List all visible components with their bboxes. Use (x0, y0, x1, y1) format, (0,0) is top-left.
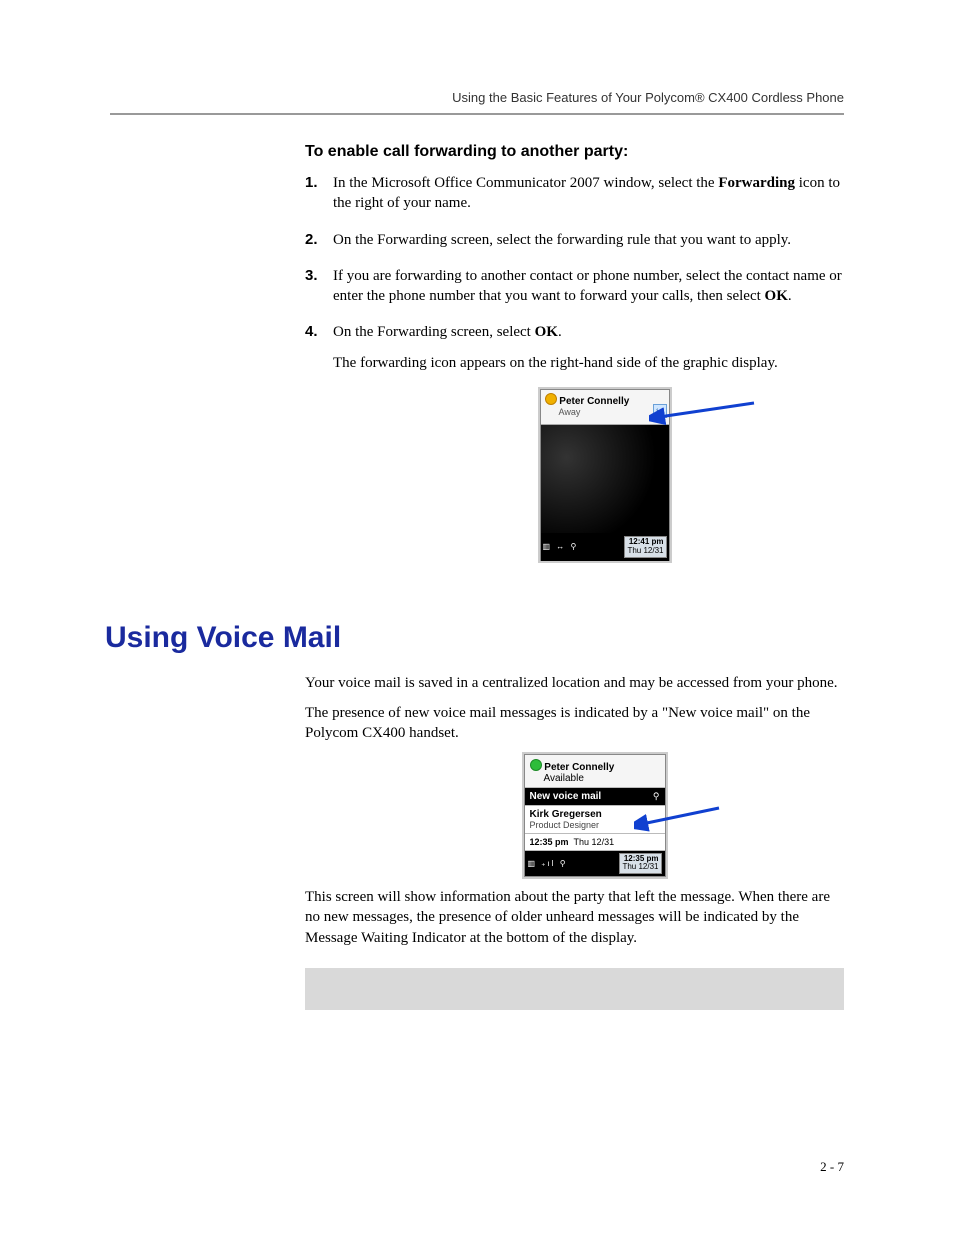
step-number: 3. (305, 266, 318, 286)
step-text: . (788, 288, 792, 304)
page-number: 2 - 7 (820, 1159, 844, 1175)
contact-name: Peter Connelly (544, 762, 614, 773)
callout-arrow-icon (634, 802, 724, 832)
new-voicemail-label: New voice mail (530, 791, 602, 802)
step-2: 2. On the Forwarding screen, select the … (305, 230, 844, 250)
presence-status: Away (559, 407, 581, 417)
step-number: 4. (305, 322, 318, 342)
step-3: 3. If you are forwarding to another cont… (305, 266, 844, 307)
step-bold: OK (535, 324, 558, 340)
voicemail-icon: ⚲ (653, 791, 660, 802)
callout-arrow-icon (649, 397, 759, 427)
step-bold: Forwarding (718, 175, 795, 191)
step-result: The forwarding icon appears on the right… (333, 353, 844, 373)
placeholder-block (305, 968, 844, 1010)
step-text: In the Microsoft Office Communicator 200… (333, 175, 718, 191)
phone-footer: ▥ ₊ıl ⚲ 12:35 pm Thu 12/31 (525, 851, 665, 877)
phone-header: Peter Connelly Available (525, 755, 665, 788)
phone-wallpaper (541, 425, 669, 533)
step-text: . (558, 324, 562, 340)
footer-time: 12:41 pm Thu 12/31 (624, 536, 666, 558)
procedure-title: To enable call forwarding to another par… (305, 143, 844, 161)
paragraph: The presence of new voice mail messages … (305, 703, 844, 744)
figure-2: Peter Connelly Available New voice mail … (305, 754, 844, 878)
step-text: On the Forwarding screen, select the for… (333, 232, 791, 248)
footer-time: 12:35 pm Thu 12/31 (619, 853, 661, 875)
time-label: 12:35 pm (624, 854, 659, 863)
time-label: 12:35 pm (530, 837, 569, 847)
section-heading: Using Voice Mail (105, 621, 844, 655)
footer-icons: ▥ ₊ıl ⚲ (528, 859, 620, 868)
presence-status: Available (544, 773, 584, 784)
date-label: Thu 12/31 (574, 837, 615, 847)
page-header: Using the Basic Features of Your Polycom… (110, 90, 844, 115)
date-label: Thu 12/31 (627, 546, 663, 555)
presence-available-icon (530, 759, 542, 771)
paragraph: Your voice mail is saved in a centralize… (305, 673, 844, 693)
voicemail-datetime: 12:35 pm Thu 12/31 (525, 834, 665, 851)
date-label: Thu 12/31 (622, 862, 658, 871)
steps-list: 1. In the Microsoft Office Communicator … (305, 173, 844, 373)
phone-footer: ▥ ↔ ⚲ 12:41 pm Thu 12/31 (541, 533, 669, 561)
step-4: 4. On the Forwarding screen, select OK. … (305, 322, 844, 373)
contact-name: Peter Connelly (559, 396, 629, 407)
paragraph: This screen will show information about … (305, 887, 844, 948)
step-text: On the Forwarding screen, select (333, 324, 535, 340)
step-number: 1. (305, 173, 318, 193)
presence-away-icon (545, 393, 557, 405)
step-number: 2. (305, 230, 318, 250)
figure-1: Peter Connelly Away ↪ ▥ ↔ ⚲ 12:41 pm Thu… (305, 389, 844, 561)
step-bold: OK (765, 288, 788, 304)
step-1: 1. In the Microsoft Office Communicator … (305, 173, 844, 214)
footer-icons: ▥ ↔ ⚲ (543, 542, 625, 551)
time-label: 12:41 pm (629, 537, 664, 546)
